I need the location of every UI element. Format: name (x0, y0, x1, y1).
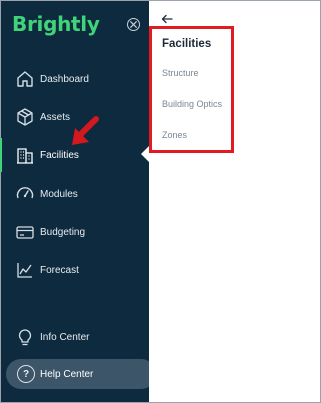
question-icon: ? (17, 365, 35, 383)
close-sidebar-button[interactable] (127, 18, 140, 31)
help-center-button[interactable]: ? Help Center (6, 359, 156, 389)
brand-logo: Brightly (12, 10, 100, 38)
cube-icon (15, 107, 35, 127)
sidebar-item-label: Forecast (40, 264, 79, 276)
sidebar-item-dashboard[interactable]: Dashboard (0, 62, 148, 96)
sidebar-item-label: Modules (40, 188, 78, 200)
sidebar-item-label: Budgeting (40, 226, 86, 238)
lightbulb-icon (15, 327, 35, 347)
card-icon (15, 222, 35, 242)
annotation-arrow-icon (72, 116, 99, 145)
active-indicator (0, 138, 2, 172)
close-icon (130, 21, 137, 28)
sidebar-item-budgeting[interactable]: Budgeting (0, 215, 148, 249)
active-pointer-notch (141, 146, 149, 162)
chart-icon (15, 260, 35, 280)
sidebar-item-label: Dashboard (40, 73, 89, 85)
sidebar-item-label: Info Center (40, 331, 90, 343)
back-button[interactable] (161, 11, 173, 24)
sidebar-item-label: Facilities (40, 149, 79, 161)
sidebar-item-modules[interactable]: Modules (0, 177, 148, 211)
annotation-highlight-box (149, 26, 234, 153)
arrow-left-icon (161, 14, 173, 24)
gauge-icon (15, 184, 35, 204)
brand-name: Brightly (12, 12, 100, 36)
help-center-label: Help Center (40, 368, 94, 380)
building-icon (15, 145, 35, 165)
sidebar-item-info-center[interactable]: Info Center (0, 320, 148, 354)
house-icon (15, 69, 35, 89)
sidebar-item-forecast[interactable]: Forecast (0, 253, 148, 287)
